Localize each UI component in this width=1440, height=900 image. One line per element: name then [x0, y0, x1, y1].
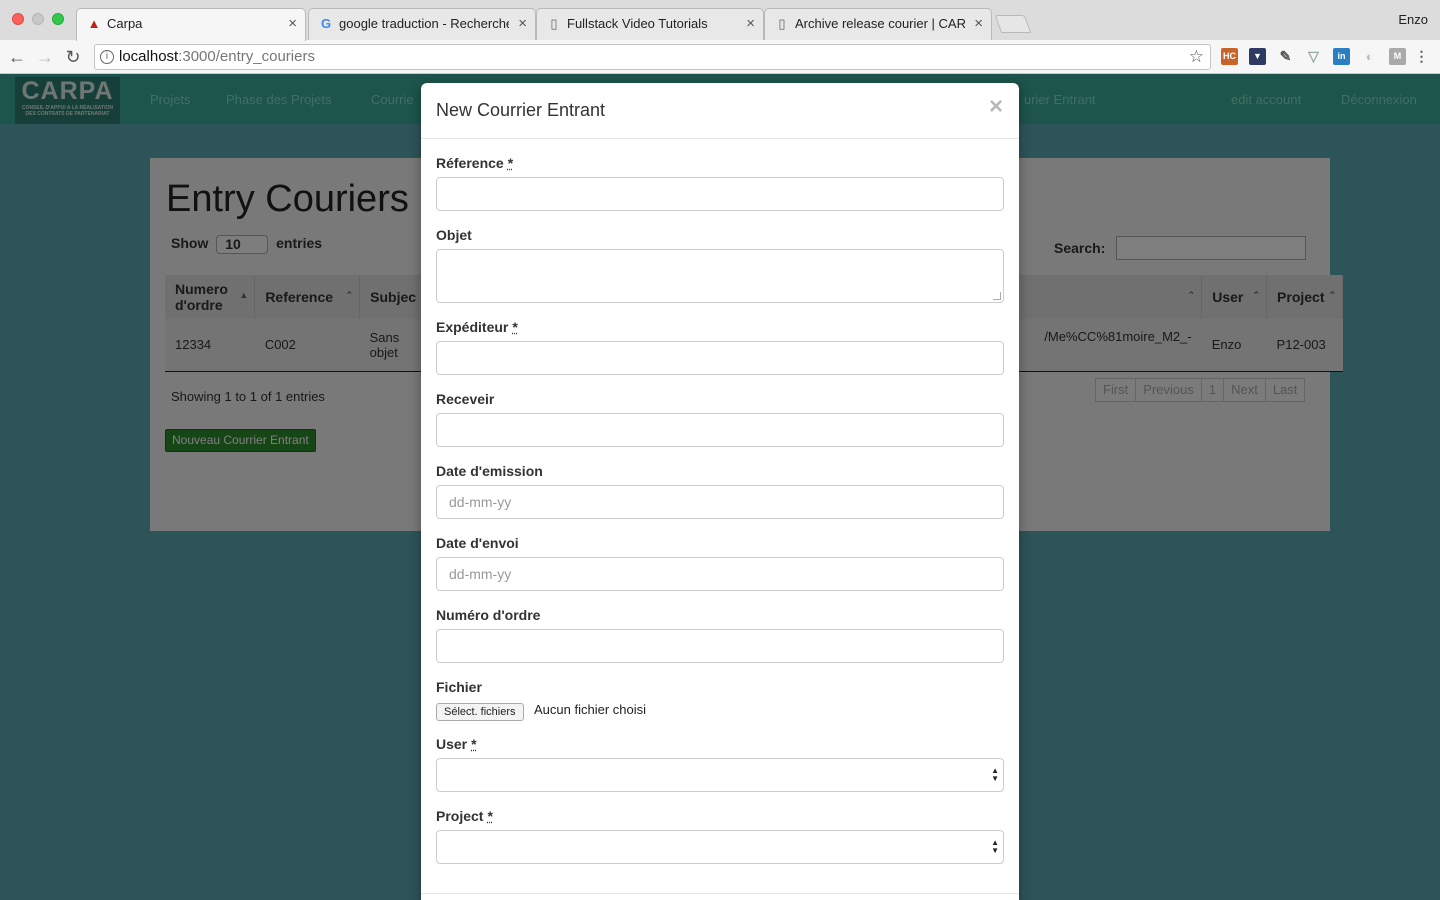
- tab-title: google traduction - Recherche: [339, 16, 509, 31]
- window-close-button[interactable]: [12, 13, 24, 25]
- numero-ordre-field[interactable]: [436, 629, 1004, 663]
- file-status-text: Aucun fichier choisi: [534, 702, 646, 717]
- reference-label: Réference *: [436, 155, 513, 171]
- extension-mail-icon[interactable]: M: [1389, 48, 1406, 65]
- forward-arrow-icon[interactable]: →: [34, 46, 56, 68]
- url-host: localhost: [119, 48, 179, 65]
- tab-close-icon[interactable]: ×: [974, 9, 983, 38]
- expediteur-field[interactable]: [436, 341, 1004, 375]
- browser-tab-fullstack[interactable]: ▯ Fullstack Video Tutorials ×: [536, 8, 764, 40]
- extension-hc-icon[interactable]: HC: [1221, 48, 1238, 65]
- new-tab-button[interactable]: [994, 15, 1032, 33]
- chrome-menu-icon[interactable]: ⋮: [1413, 48, 1430, 65]
- warning-icon: ▲: [87, 16, 101, 31]
- document-icon: ▯: [778, 16, 786, 31]
- google-icon: G: [320, 16, 332, 31]
- modal-title: New Courrier Entrant: [436, 100, 606, 120]
- required-mark: *: [471, 736, 477, 752]
- modal-footer-divider: [421, 893, 1019, 894]
- browser-tab-archive[interactable]: ▯ Archive release courier | CARP ×: [764, 8, 992, 40]
- bookmark-star-icon[interactable]: ☆: [1189, 45, 1204, 69]
- tab-close-icon[interactable]: ×: [746, 9, 755, 38]
- required-mark: *: [512, 319, 518, 335]
- reference-field[interactable]: [436, 177, 1004, 211]
- objet-textarea[interactable]: [436, 249, 1004, 303]
- select-arrows-icon: ▲ ▼: [991, 766, 999, 783]
- new-courrier-modal: New Courrier Entrant × Réference * Objet …: [421, 83, 1019, 900]
- window-minimize-button[interactable]: [32, 13, 44, 25]
- extension-linkedin-icon[interactable]: in: [1333, 48, 1350, 65]
- required-mark: *: [487, 808, 493, 824]
- modal-header: New Courrier Entrant ×: [421, 83, 1019, 139]
- tab-title: Carpa: [107, 16, 143, 31]
- tab-title: Archive release courier | CARP: [795, 16, 965, 31]
- receveir-label: Receveir: [436, 391, 495, 407]
- label-text: Project: [436, 808, 484, 824]
- date-emission-label: Date d'emission: [436, 463, 543, 479]
- date-envoi-field[interactable]: dd-mm-yy: [436, 557, 1004, 591]
- browser-tab-google[interactable]: G google traduction - Recherche ×: [308, 8, 536, 40]
- date-envoi-label: Date d'envoi: [436, 535, 519, 551]
- extension-chat-icon[interactable]: ◐: [1361, 48, 1378, 65]
- profile-name[interactable]: Enzo: [1398, 12, 1428, 27]
- window-zoom-button[interactable]: [52, 13, 64, 25]
- browser-toolbar: ← → ↻ i localhost:3000/entry_couriers ☆ …: [0, 40, 1440, 74]
- extension-pocket-icon[interactable]: ▼: [1249, 48, 1266, 65]
- browser-tabstrip: ▲ Carpa × G google traduction - Recherch…: [0, 0, 1440, 41]
- date-emission-field[interactable]: dd-mm-yy: [436, 485, 1004, 519]
- user-select[interactable]: ▲ ▼: [436, 758, 1004, 792]
- fichier-label: Fichier: [436, 679, 482, 695]
- numero-ordre-label: Numéro d'ordre: [436, 607, 541, 623]
- back-arrow-icon[interactable]: ←: [6, 46, 28, 68]
- close-icon[interactable]: ×: [989, 95, 1003, 119]
- expediteur-label: Expéditeur *: [436, 319, 518, 335]
- browser-tab-carpa[interactable]: ▲ Carpa ×: [76, 8, 306, 41]
- user-label: User *: [436, 736, 477, 752]
- project-label: Project *: [436, 808, 493, 824]
- tab-title: Fullstack Video Tutorials: [567, 16, 708, 31]
- tab-close-icon[interactable]: ×: [288, 9, 297, 38]
- select-arrows-icon: ▲ ▼: [991, 838, 999, 855]
- objet-label: Objet: [436, 227, 472, 243]
- url-path: :3000/entry_couriers: [178, 48, 315, 65]
- extension-vue-icon[interactable]: ▽: [1305, 48, 1322, 65]
- tab-close-icon[interactable]: ×: [518, 9, 527, 38]
- required-mark: *: [507, 155, 514, 171]
- project-select[interactable]: ▲ ▼: [436, 830, 1004, 864]
- address-bar[interactable]: i localhost:3000/entry_couriers ☆: [94, 44, 1211, 70]
- receveir-field[interactable]: [436, 413, 1004, 447]
- extension-dropper-icon[interactable]: ✎: [1277, 48, 1294, 65]
- reload-icon[interactable]: ↻: [62, 46, 84, 68]
- resize-grip-icon[interactable]: [993, 292, 1001, 300]
- label-text: Expéditeur: [436, 319, 509, 335]
- file-select-button[interactable]: Sélect. fichiers: [436, 703, 524, 721]
- document-icon: ▯: [550, 16, 558, 31]
- label-text: User: [436, 736, 468, 752]
- info-icon[interactable]: i: [100, 50, 114, 64]
- label-text: Réference: [436, 155, 504, 171]
